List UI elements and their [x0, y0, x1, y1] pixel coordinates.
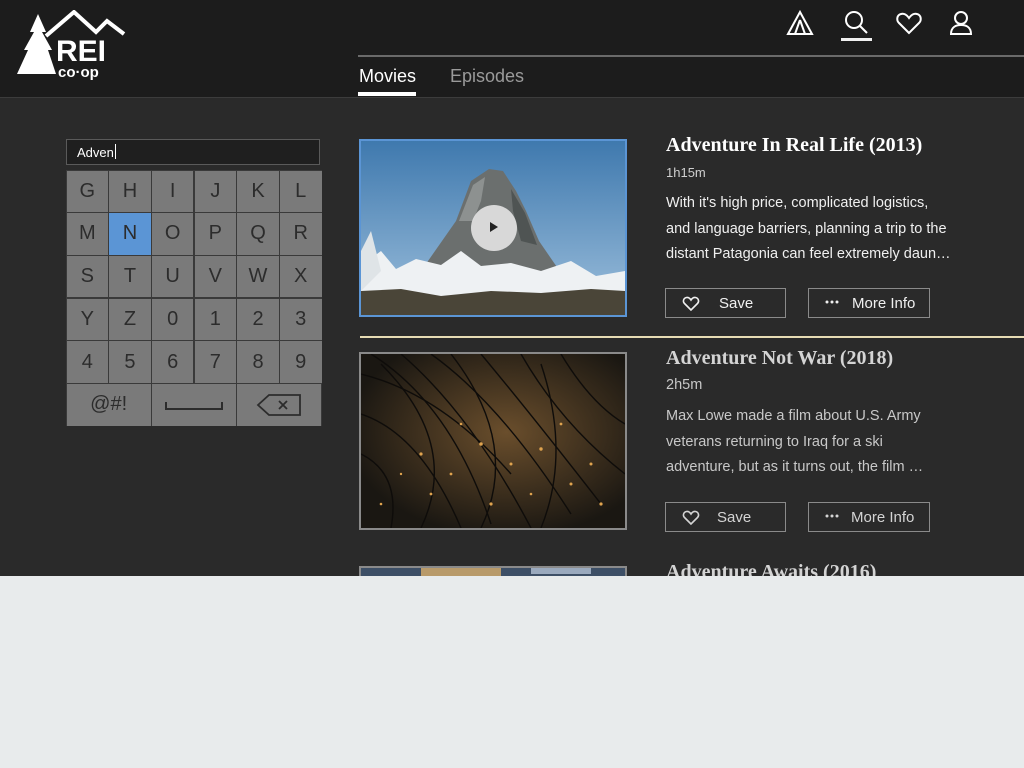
key-6[interactable]: 6: [151, 341, 194, 383]
logo-text-coop: co·op: [58, 64, 99, 81]
save-button[interactable]: Save: [665, 288, 786, 318]
description-line: veterans returning to Iraq for a ski: [666, 433, 883, 450]
key-t[interactable]: T: [109, 255, 151, 298]
more-info-button-label: More Info: [852, 294, 916, 312]
play-button[interactable]: [471, 205, 517, 251]
result-title: Adventure Awaits (2016): [666, 561, 877, 576]
result-description: Max Lowe made a film about U.S. Army vet…: [666, 404, 966, 481]
key-l[interactable]: L: [279, 170, 322, 213]
ellipsis-icon: [825, 300, 839, 304]
key-r[interactable]: R: [279, 213, 322, 255]
heart-icon: [682, 296, 700, 312]
key-7[interactable]: 7: [194, 341, 237, 383]
key-space[interactable]: [151, 383, 237, 426]
result-description: With it's high price, complicated logist…: [666, 191, 966, 268]
tab-rule: [358, 55, 1024, 57]
key-2[interactable]: 2: [237, 298, 279, 341]
user-icon[interactable]: [946, 8, 976, 38]
tab-movies[interactable]: Movies: [359, 66, 416, 87]
save-button[interactable]: Save: [665, 502, 786, 532]
description-line: adventure, but as it turns out, the film…: [666, 459, 924, 475]
more-info-button[interactable]: More Info: [808, 502, 930, 532]
more-info-button[interactable]: More Info: [808, 288, 930, 318]
key-5[interactable]: 5: [109, 341, 151, 383]
key-o[interactable]: O: [151, 213, 194, 255]
key-0[interactable]: 0: [151, 298, 194, 341]
save-button-label: Save: [717, 508, 752, 526]
result-thumbnail[interactable]: [359, 139, 627, 317]
description-line: and language barriers, planning a trip t…: [666, 220, 947, 237]
key-y[interactable]: Y: [66, 298, 109, 341]
tab-active-indicator: [358, 92, 416, 96]
search-input[interactable]: Adven: [66, 139, 320, 165]
save-button-label: Save: [719, 294, 754, 312]
key-p[interactable]: P: [194, 213, 237, 255]
key-8[interactable]: 8: [237, 341, 279, 383]
text-caret: [115, 144, 116, 159]
key-k[interactable]: K: [237, 170, 279, 213]
result-duration: 2h5m: [666, 377, 703, 393]
key-w[interactable]: W: [237, 255, 279, 298]
search-query-text: Adven: [77, 145, 114, 160]
description-line: distant Patagonia can feel extremely dau…: [666, 246, 951, 262]
space-bar-icon: [164, 401, 223, 410]
key-u[interactable]: U: [151, 255, 194, 298]
key-4[interactable]: 4: [66, 341, 109, 383]
key-backspace[interactable]: [237, 383, 322, 426]
rei-logo: REI co·op: [17, 10, 126, 81]
key-n[interactable]: N: [109, 213, 151, 255]
result-thumbnail[interactable]: [359, 352, 627, 530]
key-s[interactable]: S: [66, 255, 109, 298]
focus-divider: [360, 336, 1024, 338]
result-thumbnail[interactable]: [359, 566, 627, 576]
tent-icon[interactable]: [785, 8, 815, 38]
search-active-indicator: [841, 38, 872, 41]
onscreen-keyboard: G H I J K L M N O P Q R S T U V W X Y Z 0 1 2 3 4 5 6 7 8 9 @#!: [66, 170, 322, 426]
key-m[interactable]: M: [66, 213, 109, 255]
result-title: Adventure In Real Life (2013): [666, 134, 923, 156]
top-bar: REI co·op Movies Episodes: [0, 0, 1024, 98]
tab-episodes[interactable]: Episodes: [450, 66, 524, 87]
description-line: With it's high price, complicated logist…: [666, 195, 929, 211]
grass-thumbnail-image: [361, 354, 625, 528]
key-h[interactable]: H: [109, 170, 151, 213]
key-symbols[interactable]: @#!: [66, 383, 151, 426]
heart-icon[interactable]: [894, 8, 924, 38]
backspace-icon: [256, 393, 302, 416]
search-icon[interactable]: [841, 8, 871, 38]
description-line: Max Lowe made a film about U.S. Army: [666, 408, 921, 424]
key-1[interactable]: 1: [194, 298, 237, 341]
key-g[interactable]: G: [66, 170, 109, 213]
heart-icon: [682, 510, 700, 526]
key-j[interactable]: J: [194, 170, 237, 213]
play-icon: [490, 222, 498, 232]
landscape-thumbnail-image: [361, 568, 625, 576]
key-3[interactable]: 3: [279, 298, 322, 341]
key-z[interactable]: Z: [109, 298, 151, 341]
more-info-button-label: More Info: [851, 508, 915, 526]
key-x[interactable]: X: [279, 255, 322, 298]
result-title: Adventure Not War (2018): [666, 347, 894, 369]
key-v[interactable]: V: [194, 255, 237, 298]
key-q[interactable]: Q: [237, 213, 279, 255]
key-9[interactable]: 9: [279, 341, 322, 383]
result-duration: 1h15m: [666, 165, 706, 180]
ellipsis-icon: [825, 514, 839, 518]
key-i[interactable]: I: [151, 170, 194, 213]
app-viewport: REI co·op Movies Episodes Adven G H I J …: [0, 0, 1024, 576]
